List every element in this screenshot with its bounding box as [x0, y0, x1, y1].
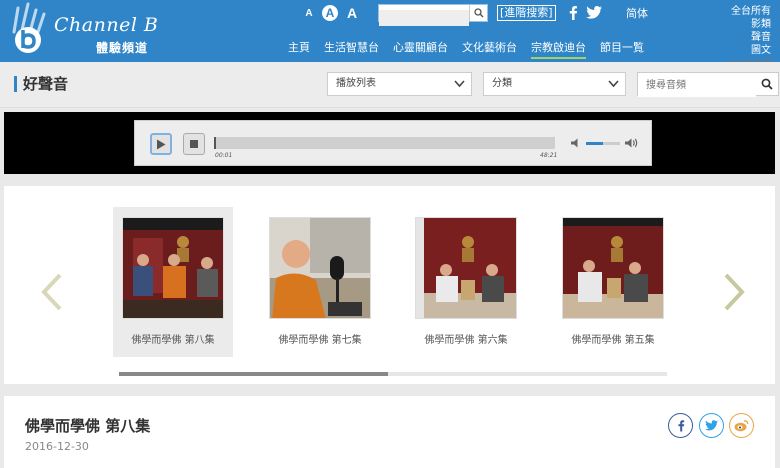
category-select[interactable]: 分類: [483, 72, 626, 96]
logo-mark-icon: [12, 2, 46, 53]
episode-label: 佛學而學佛 第七集: [278, 335, 362, 346]
audio-player: 00:01 48:21: [134, 120, 652, 166]
main-nav: 主頁 生活智慧台 心靈關顧台 文化藝術台 宗教啟迪台 節目一覧: [288, 39, 644, 59]
episode-label: 佛學而學佛 第八集: [131, 335, 215, 346]
category-select-value: 分類: [492, 78, 512, 89]
chevron-down-icon: [454, 80, 465, 88]
font-size-large-button[interactable]: A: [345, 5, 359, 21]
episode-thumbnail: [562, 217, 664, 319]
episode-label: 佛學而學佛 第五集: [571, 335, 655, 346]
site-search-input[interactable]: [379, 9, 469, 26]
chevron-down-icon: [608, 80, 619, 88]
font-size-small-button[interactable]: A: [303, 8, 315, 19]
facebook-icon[interactable]: [568, 5, 578, 20]
twitter-icon: [705, 420, 718, 431]
site-search: [378, 4, 488, 26]
stop-icon: [190, 140, 198, 148]
episode-card[interactable]: 佛學而學佛 第七集: [260, 207, 380, 357]
twitter-icon[interactable]: [586, 6, 602, 19]
carousel-scroll-thumb[interactable]: [119, 372, 388, 376]
volume-fill: [586, 142, 603, 145]
episode-card[interactable]: 佛學而學佛 第五集: [553, 207, 673, 357]
chevron-left-icon[interactable]: [40, 272, 64, 312]
episode-thumbnail: [122, 217, 224, 319]
episode-thumbnail: [269, 217, 371, 319]
all-channels-link[interactable]: 全台所有: [703, 5, 771, 18]
play-icon: [157, 139, 166, 149]
nav-life-wisdom[interactable]: 生活智慧台: [324, 39, 379, 59]
nav-soul-care[interactable]: 心靈關顧台: [393, 39, 448, 59]
header-side-links: 全台所有 影類 聲音 圖文: [703, 5, 771, 57]
progress-fill: [214, 137, 216, 149]
audio-search: [637, 72, 779, 97]
stop-button[interactable]: [183, 133, 205, 155]
episode-details: 佛學而學佛 第八集 2016-12-30: [4, 396, 775, 468]
volume-slider[interactable]: [586, 142, 620, 145]
weibo-icon: [734, 420, 749, 432]
video-link[interactable]: 影類: [703, 18, 771, 31]
play-button[interactable]: [150, 133, 172, 155]
nav-program-list[interactable]: 節目一覧: [600, 39, 644, 59]
site-header: Channel B 體驗頻道 A A A [進階搜索] 简体 全台所有 影類 聲…: [0, 0, 780, 62]
site-search-button[interactable]: [469, 5, 487, 21]
page-title: 好聲音: [14, 76, 68, 92]
chevron-right-icon[interactable]: [722, 272, 746, 312]
share-weibo-button[interactable]: [729, 413, 754, 438]
font-size-medium-button[interactable]: A: [322, 5, 338, 21]
volume-max-icon[interactable]: [625, 138, 638, 148]
logo-title: Channel B: [54, 14, 159, 36]
episode-date: 2016-12-30: [25, 440, 89, 453]
audio-link[interactable]: 聲音: [703, 31, 771, 44]
text-link[interactable]: 圖文: [703, 44, 771, 57]
channel-b-logo[interactable]: Channel B 體驗頻道: [6, 2, 159, 58]
episode-carousel: 佛學而學佛 第八集 佛學而學佛 第七集 佛學而學佛 第六集 佛學而學佛 第五集: [4, 186, 775, 384]
volume-mute-icon[interactable]: [571, 138, 581, 148]
total-time: 48:21: [540, 152, 558, 159]
share-twitter-button[interactable]: [699, 413, 724, 438]
episode-label: 佛學而學佛 第六集: [424, 335, 508, 346]
episode-thumbnail: [415, 217, 517, 319]
search-icon: [473, 8, 483, 18]
current-time: 00:01: [215, 152, 233, 159]
audio-search-input[interactable]: [638, 74, 756, 97]
playlist-select[interactable]: 播放列表: [327, 72, 472, 96]
simplified-chinese-link[interactable]: 简体: [626, 5, 648, 21]
episode-card[interactable]: 佛學而學佛 第六集: [406, 207, 526, 357]
carousel-scrollbar[interactable]: [119, 372, 667, 376]
nav-culture-arts[interactable]: 文化藝術台: [462, 39, 517, 59]
header-social: [568, 5, 602, 20]
share-facebook-button[interactable]: [668, 413, 693, 438]
facebook-icon: [677, 420, 684, 432]
episode-card[interactable]: 佛學而學佛 第八集: [113, 207, 233, 357]
playlist-select-value: 播放列表: [336, 78, 376, 89]
progress-bar[interactable]: [214, 137, 555, 149]
advanced-search-link[interactable]: [進階搜索]: [497, 5, 556, 21]
logo-subtitle: 體驗頻道: [96, 41, 149, 55]
nav-home[interactable]: 主頁: [288, 39, 310, 59]
page-toolbar: 好聲音 播放列表 分類: [0, 62, 780, 108]
search-icon[interactable]: [761, 78, 773, 90]
nav-religion[interactable]: 宗教啟迪台: [531, 39, 586, 59]
font-size-controls: A A A: [303, 5, 359, 21]
episode-title: 佛學而學佛 第八集: [25, 417, 151, 435]
